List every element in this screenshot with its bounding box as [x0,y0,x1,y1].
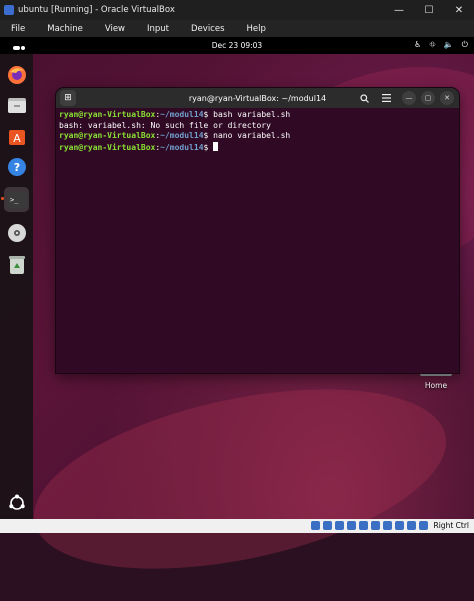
menu-devices[interactable]: Devices [180,24,236,34]
terminal-maximize-button[interactable]: ▢ [421,91,435,105]
cpu-icon[interactable] [395,521,404,530]
maximize-button[interactable]: ☐ [414,5,444,16]
network-adapter-icon[interactable] [347,521,356,530]
mouse-integration-icon[interactable] [407,521,416,530]
usb-icon[interactable] [311,521,320,530]
display-icon[interactable] [371,521,380,530]
search-icon[interactable] [356,90,372,106]
command-text: $ [203,142,214,152]
menu-file[interactable]: File [0,24,36,34]
host-titlebar: ubuntu [Running] - Oracle VirtualBox — ☐… [0,0,474,20]
files-icon[interactable] [4,92,29,117]
firefox-icon[interactable] [4,62,29,87]
host-menubar: File Machine View Input Devices Help [0,20,474,37]
terminal-minimize-button[interactable]: — [402,91,416,105]
host-window-title: ubuntu [Running] - Oracle VirtualBox [18,5,175,15]
home-folder-label[interactable]: Home [415,381,457,390]
svg-text:>_: >_ [10,196,19,204]
help-icon[interactable]: ? [4,154,29,179]
terminal-title: ryan@ryan-VirtualBox: ~/modul14 [188,94,327,103]
terminal-output[interactable]: ryan@ryan-VirtualBox:~/modul14$ bash var… [56,108,459,153]
text-cursor [213,141,219,151]
terminal-line: ryan@ryan-VirtualBox:~/modul14$ [59,141,459,154]
close-button[interactable]: ✕ [444,5,474,16]
host-statusbar: Right Ctrl [0,519,474,533]
prompt-path: ~/modul14 [160,110,204,119]
clock[interactable]: Dec 23 09:03 [0,41,474,50]
accessibility-icon[interactable]: ♿ [414,40,421,50]
power-icon[interactable]: ⏻ [462,40,468,50]
prompt-user: ryan@ryan-VirtualBox [59,142,156,152]
terminal-line: ryan@ryan-VirtualBox:~/modul14$ nano var… [59,131,459,142]
terminal-line: ryan@ryan-VirtualBox:~/modul14$ bash var… [59,110,459,121]
command-output: bash: variabel.sh: No such file or direc… [59,120,271,130]
terminal-window[interactable]: ⊞ ryan@ryan-VirtualBox: ~/modul14 — ▢ ✕ … [56,88,459,373]
menu-view[interactable]: View [94,24,136,34]
minimize-button[interactable]: — [384,5,414,16]
recording-icon[interactable] [383,521,392,530]
show-apps-icon[interactable] [4,490,29,515]
menu-machine[interactable]: Machine [36,24,94,34]
disc-icon[interactable] [4,220,29,245]
optical-drive-icon[interactable] [323,521,332,530]
system-tray[interactable]: ♿ ⛗ 🔈 ⏻ [414,40,468,50]
app-center-icon[interactable]: A [4,123,29,148]
virtualbox-icon [4,5,14,15]
trash-icon[interactable] [4,252,29,277]
terminal-close-button[interactable]: ✕ [440,91,454,105]
terminal-headerbar[interactable]: ⊞ ryan@ryan-VirtualBox: ~/modul14 — ▢ ✕ [56,88,459,108]
terminal-line: bash: variabel.sh: No such file or direc… [59,121,459,132]
hamburger-menu-icon[interactable] [378,90,394,106]
prompt-user: ryan@ryan-VirtualBox [59,110,156,119]
volume-icon[interactable]: 🔈 [444,40,454,50]
audio-icon[interactable] [335,521,344,530]
ubuntu-topbar: Dec 23 09:03 ♿ ⛗ 🔈 ⏻ [0,37,474,59]
svg-text:?: ? [13,161,19,174]
shared-folder-icon[interactable] [359,521,368,530]
network-icon[interactable]: ⛗ [429,40,435,50]
svg-text:A: A [13,132,21,145]
menu-input[interactable]: Input [136,24,180,34]
terminal-icon[interactable]: >_ [4,187,29,212]
command-text: $ bash variabel.sh [203,110,291,119]
vm-device-icons[interactable] [311,521,428,530]
command-text: $ nano variabel.sh [203,131,291,140]
dock: A ? >_ [0,54,33,519]
menu-help[interactable]: Help [236,24,277,34]
prompt-path: ~/modul14 [160,142,204,152]
prompt-path: ~/modul14 [160,131,204,140]
host-key-label: Right Ctrl [433,521,469,530]
keyboard-icon[interactable] [419,521,428,530]
prompt-user: ryan@ryan-VirtualBox [59,131,156,140]
